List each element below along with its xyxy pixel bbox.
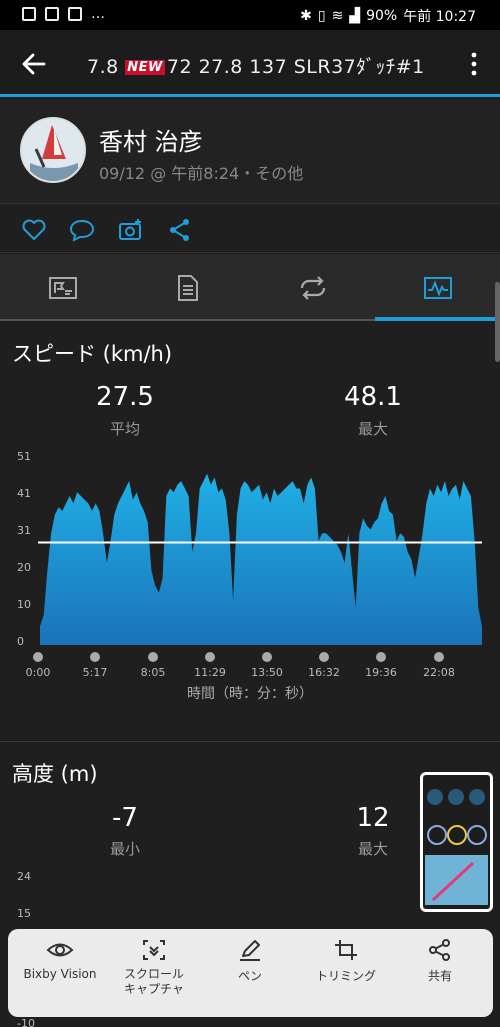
new-badge: NEW (125, 60, 165, 75)
altitude-card-title: 高度 (m) (12, 762, 98, 786)
app-bar-accent (0, 94, 500, 97)
max-speed-label: 最大 (357, 420, 388, 438)
xtick-dot (262, 652, 272, 662)
scroll-capture-icon (143, 940, 165, 960)
xtick-dot (148, 652, 158, 662)
wifi-icon: ≋ (331, 8, 344, 24)
mail-notification-icon (45, 7, 59, 21)
vibrate-icon: ▯ (317, 8, 326, 24)
tab-laps[interactable] (250, 254, 375, 321)
speed-ytick: 20 (17, 561, 31, 574)
bixby-vision-button[interactable]: Bixby Vision (12, 939, 108, 981)
calendar-notification-icon (68, 7, 82, 21)
activity-meta: 09/12 @ 午前8:24・その他 (99, 164, 304, 183)
pen-label: ペン (237, 969, 262, 983)
tab-summary[interactable] (0, 254, 125, 321)
max-speed-value: 48.1 (344, 382, 402, 412)
xtick-dot (205, 652, 215, 662)
system-status: ✱ ▯ ≋ ▟ 90% 午前 10:27 (300, 6, 476, 26)
overflow-menu-icon[interactable] (470, 52, 478, 76)
activity-title: 7.8 NEW 72 27.8 137 SLR37ﾀﾞｯﾁ#1 (87, 52, 425, 79)
speed-xtick-label: 22:08 (423, 666, 455, 679)
bixby-vision-label: Bixby Vision (23, 967, 97, 981)
max-altitude-value: 12 (356, 803, 390, 833)
xtick-dot (434, 652, 444, 662)
speed-xtick-label: 16:32 (308, 666, 340, 679)
altitude-ytick: 24 (17, 870, 31, 883)
speed-area-series (40, 473, 482, 645)
share-icon (429, 939, 450, 961)
pen-icon (240, 940, 260, 961)
speed-ytick: 51 (17, 450, 31, 463)
active-tab-indicator (375, 317, 500, 321)
signal-icon: ▟ (349, 8, 361, 24)
speed-ytick: 0 (17, 635, 24, 648)
share-button[interactable]: 共有 (392, 939, 488, 984)
notification-icons: … (22, 6, 105, 22)
avatar[interactable] (20, 117, 86, 183)
scroll-indicator[interactable] (495, 282, 500, 362)
speed-ytick: 31 (17, 524, 31, 537)
speed-ytick: 41 (17, 487, 31, 500)
summary-flag-icon (48, 276, 77, 299)
speed-xtick-label: 8:05 (140, 666, 166, 679)
speed-ytick: 10 (17, 598, 31, 611)
chart-pulse-icon (423, 276, 452, 299)
document-icon (177, 274, 198, 301)
more-notifications-icon: … (91, 6, 105, 22)
title-part-1: 7.8 (87, 56, 119, 78)
owner-name[interactable]: 香村 治彦 (99, 122, 203, 157)
speed-xaxis-label: 時間（時：分：秒） (187, 686, 313, 702)
speed-card-title: スピード (km/h) (12, 342, 173, 366)
eye-icon (46, 943, 74, 957)
speed-xtick-label: 11:29 (194, 666, 226, 679)
altitude-ytick: -10 (17, 1017, 35, 1027)
speed-xtick-label: 5:17 (82, 666, 108, 679)
xtick-dot (376, 652, 386, 662)
bluetooth-icon: ✱ (300, 8, 312, 24)
tab-details[interactable] (125, 254, 250, 321)
crop-icon (335, 940, 357, 960)
pen-button[interactable]: ペン (202, 939, 298, 984)
image-notification-icon (22, 7, 36, 21)
clock: 午前 10:27 (403, 9, 476, 25)
scroll-capture-button[interactable]: スクロール キャプチャ (106, 939, 202, 997)
trim-label: トリミング (315, 969, 376, 983)
add-photo-icon[interactable] (118, 217, 144, 243)
card-divider (0, 741, 500, 742)
screenshot-thumbnail[interactable] (420, 772, 493, 912)
share-icon[interactable] (167, 217, 193, 243)
like-heart-icon[interactable] (21, 217, 47, 243)
tab-charts[interactable] (375, 254, 500, 321)
scroll-capture-label: スクロール キャプチャ (123, 967, 184, 996)
battery-level: 90% (366, 8, 398, 24)
share-label: 共有 (427, 969, 452, 983)
speed-xtick-label: 19:36 (365, 666, 397, 679)
max-altitude-label: 最大 (357, 840, 388, 858)
xtick-dot (319, 652, 329, 662)
activity-owner-header: 香村 治彦 09/12 @ 午前8:24・その他 (0, 100, 500, 204)
back-arrow-icon[interactable] (20, 50, 48, 78)
avg-speed-value: 27.5 (96, 382, 154, 412)
altitude-ytick: 15 (17, 907, 31, 920)
capture-toolbar: Bixby Vision スクロール キャプチャ ペン トリミング 共有 (8, 929, 493, 1017)
xtick-dot (33, 652, 43, 662)
trim-button[interactable]: トリミング (298, 939, 394, 984)
title-part-2: 72 27.8 137 SLR37ﾀﾞｯﾁ#1 (166, 56, 425, 78)
speed-xtick-label: 0:00 (25, 666, 51, 679)
comment-bubble-icon[interactable] (69, 217, 95, 243)
status-bar: … ✱ ▯ ≋ ▟ 90% 午前 10:27 (0, 0, 500, 30)
xtick-dot (90, 652, 100, 662)
speed-chart[interactable] (38, 455, 484, 645)
speed-xtick-label: 13:50 (251, 666, 283, 679)
activity-tabs (0, 254, 500, 321)
app-bar: 7.8 NEW 72 27.8 137 SLR37ﾀﾞｯﾁ#1 (0, 30, 500, 97)
repeat-laps-icon (300, 275, 325, 300)
min-altitude-value: -7 (112, 803, 138, 833)
avg-speed-label: 平均 (109, 420, 140, 438)
min-altitude-label: 最小 (109, 840, 140, 858)
social-actions (0, 205, 500, 253)
